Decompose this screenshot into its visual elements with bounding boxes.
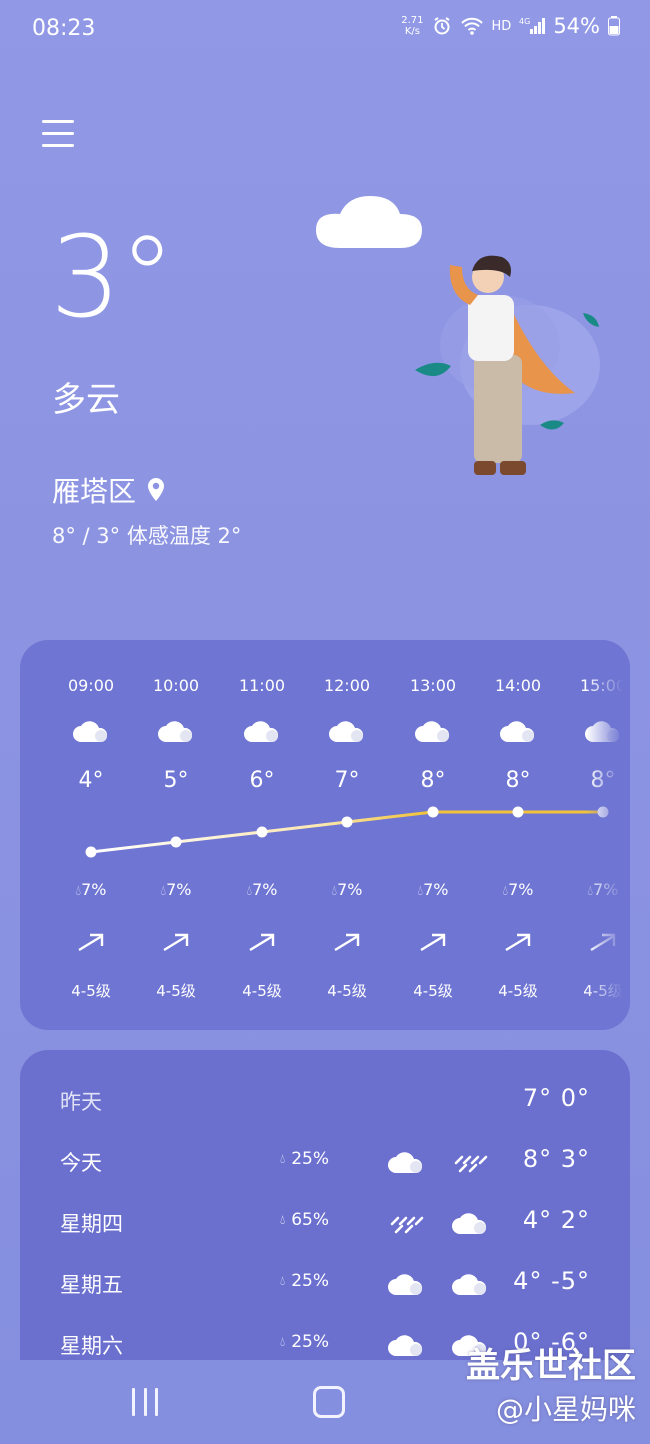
signal-icon: 4G [519,17,546,34]
precip-value: 65% [291,1210,329,1230]
menu-button[interactable] [42,120,74,148]
cloud-icon [452,1213,487,1234]
hd-badge: HD [491,18,512,34]
temperature-point [170,836,182,848]
rain-icon [454,1155,488,1173]
temp-range-feels-like: 8° / 3° 体感温度 2° [52,524,242,548]
daily-row[interactable]: 今天 💧︎ 25% 8° 3° [20,1141,630,1181]
scroll-fade [586,640,630,1030]
day-temps: 4° -5° [513,1267,590,1295]
status-icons: 2.71 K/s HD 4G 54% [401,14,620,38]
day-precip: 💧︎ 25% [280,1149,329,1169]
drop-icon: 💧︎ [280,1334,286,1350]
day-temps: 8° 3° [522,1145,590,1173]
daily-forecast-card[interactable]: 昨天 7° 0° 今天 💧︎ 25% 8° 3° 星期四 💧︎ 65% 4° 2° … [20,1050,630,1360]
day-name: 星期六 [60,1334,123,1358]
cloud-shape [316,196,422,248]
day-name: 今天 [60,1151,102,1175]
watermark-title: 盖乐世社区 [466,1346,636,1386]
temperature-point [85,846,97,858]
net-speed-unit: K/s [404,26,420,37]
shoe [474,461,496,475]
rain-icon [390,1216,424,1234]
day-name: 星期五 [60,1273,123,1297]
leaf [415,362,451,377]
location-button[interactable]: 雁塔区 [52,470,166,510]
temperature-point [256,826,268,838]
current-temperature: 3° [50,213,175,343]
menu-bar [42,132,74,135]
temperature-line [85,806,609,858]
temperature-point [427,806,439,818]
precip-value: 25% [291,1271,329,1291]
recent-apps-button[interactable] [132,1388,158,1416]
shirt [468,295,514,361]
shoe [500,461,526,475]
location-name: 雁塔区 [52,475,137,508]
day-precip: 💧︎ 25% [280,1332,329,1352]
cloud-icon [388,1152,423,1173]
weather-illustration [316,196,600,475]
legs [474,355,522,463]
day-precip: 💧︎ 25% [280,1271,329,1291]
day-temps: 4° 2° [522,1206,590,1234]
status-time: 08:23 [32,16,96,41]
daily-row[interactable]: 昨天 7° 0° [20,1080,630,1120]
precip-value: 25% [291,1332,329,1352]
day-name: 昨天 [60,1090,102,1114]
current-condition: 多云 [52,380,120,420]
hourly-forecast-card[interactable]: 09:00 4° 💧︎7% 4-5级 10:00 5° 💧︎7% 4-5级 11… [20,640,630,1030]
watermark-author: @小星妈咪 [495,1393,636,1426]
menu-bar [42,144,74,147]
menu-bar [42,120,74,123]
temperature-point [512,806,524,818]
battery-icon [608,16,620,36]
cloud-icon [388,1335,423,1356]
drop-icon: 💧︎ [280,1212,286,1228]
daily-row[interactable]: 星期五 💧︎ 25% 4° -5° [20,1263,630,1303]
leaf [583,313,599,327]
day-name: 星期四 [60,1212,123,1236]
precip-value: 25% [291,1149,329,1169]
battery-percent: 54% [553,14,600,38]
drop-icon: 💧︎ [280,1151,286,1167]
temperature-point [341,816,353,828]
drop-icon: 💧︎ [280,1273,286,1289]
net-speed-value: 2.71 [401,15,424,26]
day-precip: 💧︎ 65% [280,1210,329,1230]
day-temps: 7° 0° [522,1084,590,1112]
cloud-icon [388,1274,423,1295]
daily-row[interactable]: 星期四 💧︎ 65% 4° 2° [20,1202,630,1242]
home-button[interactable] [313,1386,345,1418]
alarm-icon [433,17,450,35]
net-speed: 2.71 K/s [401,15,423,37]
network-type: 4G [519,17,530,26]
status-bar: 08:23 2.71 K/s HD 4G 54% [0,0,650,60]
wifi-icon [460,17,483,35]
cloud-icon [452,1274,487,1295]
location-pin-icon [148,478,165,501]
